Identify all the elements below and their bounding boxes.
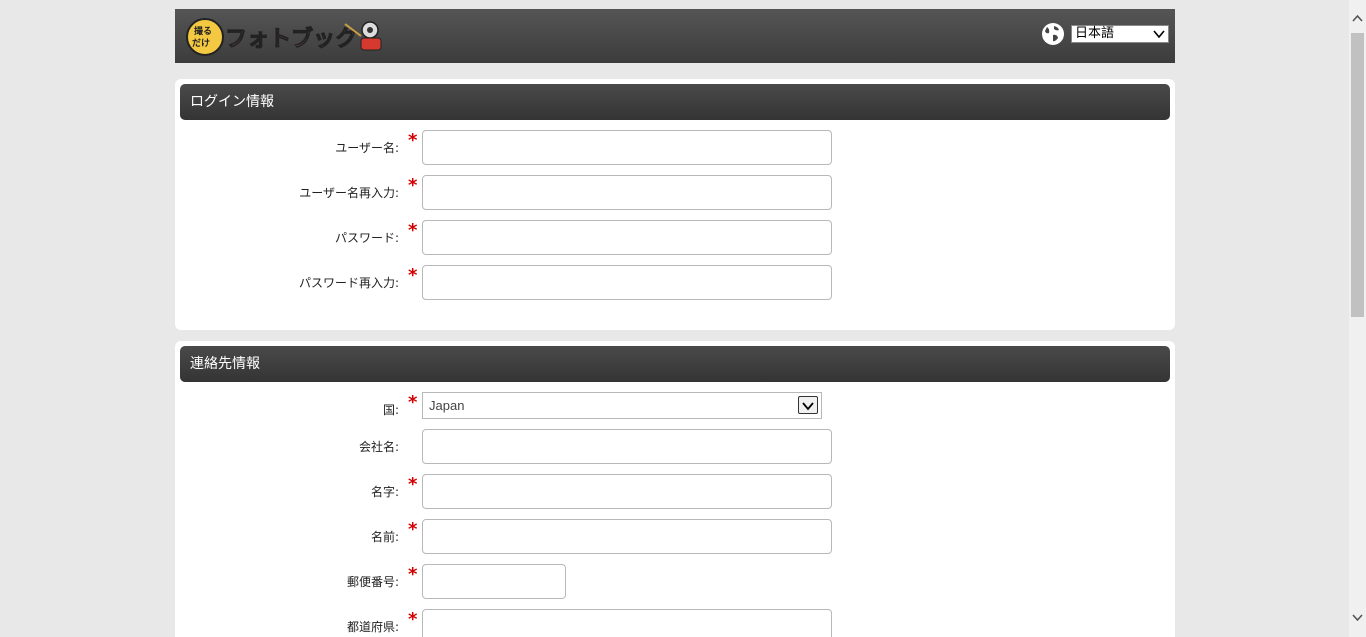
login-info-panel: ログイン情報 ユーザー名: * ユーザー名再入力: * パスワード: * パスワ… — [175, 79, 1175, 330]
username-label: ユーザー名: — [335, 141, 399, 155]
postal-code-label: 郵便番号: — [346, 575, 399, 589]
scrollbar-thumb[interactable] — [1351, 33, 1364, 317]
country-select[interactable]: Japan — [422, 392, 822, 419]
username-input[interactable] — [422, 130, 832, 165]
language-select[interactable]: 日本語 — [1071, 25, 1169, 43]
chevron-down-icon — [1153, 30, 1165, 39]
prefecture-label: 都道府県: — [346, 620, 399, 634]
required-marker: * — [408, 519, 418, 540]
prefecture-row: 都道府県: * — [175, 609, 1175, 637]
required-marker: * — [408, 392, 418, 413]
company-label: 会社名: — [358, 440, 399, 454]
required-marker: * — [408, 220, 418, 241]
company-row: 会社名: — [175, 429, 1175, 464]
svg-text:だけ: だけ — [192, 38, 210, 49]
login-info-title: ログイン情報 — [180, 84, 1170, 120]
svg-text:撮る: 撮る — [194, 25, 212, 37]
country-row: 国: * Japan — [175, 392, 1175, 427]
postal-code-row: 郵便番号: * — [175, 564, 1175, 599]
last-name-row: 名字: * — [175, 474, 1175, 509]
site-header: 撮る だけ フォトブック 日本語 — [175, 9, 1175, 63]
required-marker: * — [408, 265, 418, 286]
required-marker: * — [408, 474, 418, 495]
scroll-down-arrow-icon[interactable] — [1352, 612, 1363, 622]
contact-info-panel: 連絡先情報 国: * Japan 会社名: 名字: * 名前: * 郵便番号: … — [175, 341, 1175, 637]
password-confirm-label: パスワード再入力: — [298, 276, 399, 290]
language-select-value: 日本語 — [1075, 26, 1115, 41]
first-name-row: 名前: * — [175, 519, 1175, 554]
username-confirm-row: ユーザー名再入力: * — [175, 175, 1175, 210]
required-marker: * — [408, 609, 418, 630]
prefecture-input[interactable] — [422, 609, 832, 637]
password-input[interactable] — [422, 220, 832, 255]
country-select-value: Japan — [429, 398, 465, 413]
last-name-label: 名字: — [370, 485, 399, 499]
last-name-input[interactable] — [422, 474, 832, 509]
password-label: パスワード: — [334, 231, 399, 245]
first-name-label: 名前: — [370, 530, 399, 544]
svg-text:フォトブック: フォトブック — [225, 26, 357, 52]
password-row: パスワード: * — [175, 220, 1175, 255]
vertical-scrollbar[interactable] — [1349, 0, 1366, 637]
country-label: 国: — [382, 403, 399, 417]
country-select-toggle[interactable] — [798, 396, 818, 414]
photobook-logo[interactable]: 撮る だけ フォトブック — [185, 16, 395, 58]
scroll-up-arrow-icon[interactable] — [1352, 14, 1363, 24]
contact-info-title: 連絡先情報 — [180, 346, 1170, 382]
username-confirm-input[interactable] — [422, 175, 832, 210]
language-switcher: 日本語 — [1041, 22, 1169, 46]
globe-icon — [1042, 23, 1064, 45]
postal-code-input[interactable] — [422, 564, 566, 599]
first-name-input[interactable] — [422, 519, 832, 554]
password-confirm-input[interactable] — [422, 265, 832, 300]
username-row: ユーザー名: * — [175, 130, 1175, 165]
username-confirm-label: ユーザー名再入力: — [299, 186, 399, 200]
required-marker: * — [408, 175, 418, 196]
required-marker: * — [408, 130, 418, 151]
password-confirm-row: パスワード再入力: * — [175, 265, 1175, 300]
required-marker: * — [408, 564, 418, 585]
company-input[interactable] — [422, 429, 832, 464]
chevron-down-icon — [802, 402, 814, 411]
